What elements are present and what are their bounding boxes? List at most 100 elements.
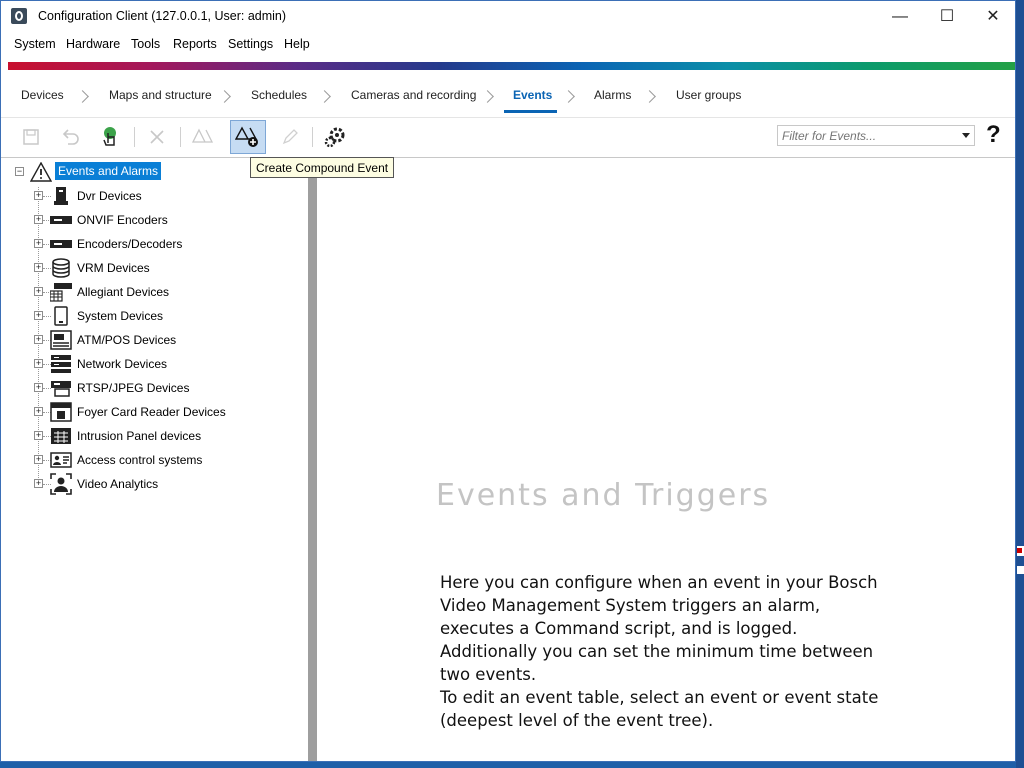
undo-button[interactable] <box>52 120 88 154</box>
delete-icon <box>150 130 164 144</box>
chevron-right-icon <box>218 90 231 103</box>
desktop-background <box>1016 0 1024 768</box>
tree-item-label: Access control systems <box>77 453 203 467</box>
expand-icon[interactable]: + <box>34 383 43 392</box>
page-heading: Events and Triggers <box>436 478 771 513</box>
page-description: Here you can configure when an event in … <box>440 571 890 732</box>
dvr-icon <box>50 185 72 207</box>
activate-button[interactable] <box>92 120 128 154</box>
tree-item-label: Video Analytics <box>77 477 159 491</box>
mobile-device-icon <box>50 305 72 327</box>
tree-item-label: Foyer Card Reader Devices <box>77 405 226 419</box>
atm-icon <box>50 329 72 351</box>
maximize-button[interactable]: ☐ <box>924 1 970 32</box>
chevron-right-icon <box>481 90 494 103</box>
expand-icon[interactable]: + <box>34 215 43 224</box>
nav-tab-maps-and-structure[interactable]: Maps and structure <box>109 88 212 102</box>
menu-system[interactable]: System <box>14 37 56 51</box>
tree-item-label: Dvr Devices <box>77 189 142 203</box>
tree-item-label: Encoders/Decoders <box>77 237 183 251</box>
pencil-icon <box>282 129 298 145</box>
expand-icon[interactable]: + <box>34 431 43 440</box>
main-navigation: Devices Maps and structure Schedules Cam… <box>1 77 1015 118</box>
id-card-icon <box>50 449 72 471</box>
menu-hardware[interactable]: Hardware <box>66 37 120 51</box>
database-icon <box>50 257 72 279</box>
keypad-icon <box>50 425 72 447</box>
toolbar: ? <box>1 117 1015 158</box>
delete-button[interactable] <box>139 120 175 154</box>
panel-splitter[interactable] <box>308 158 317 761</box>
tree-root-label[interactable]: Events and Alarms <box>55 162 162 180</box>
tree-item-label: Network Devices <box>77 357 168 371</box>
warning-triangle-icon <box>30 161 52 183</box>
expand-icon[interactable]: + <box>34 191 43 200</box>
hand-pointer-icon <box>103 127 116 146</box>
event-tree: − Events and Alarms + Dvr Devices + ONVI… <box>1 158 308 761</box>
menu-settings[interactable]: Settings <box>228 37 273 51</box>
help-button[interactable]: ? <box>986 121 1001 149</box>
expand-icon[interactable]: + <box>34 263 43 272</box>
expand-icon[interactable]: + <box>34 479 43 488</box>
tree-item-label: Intrusion Panel devices <box>77 429 202 443</box>
gears-icon <box>324 127 345 148</box>
brand-color-strip <box>8 62 1015 70</box>
undo-icon <box>62 129 79 145</box>
expand-icon[interactable]: + <box>34 287 43 296</box>
compound-event-icon <box>235 126 258 147</box>
save-button[interactable] <box>13 120 49 154</box>
tree-item-label: Allegiant Devices <box>77 285 170 299</box>
nav-tab-events[interactable]: Events <box>513 88 552 102</box>
encoder-icon <box>50 233 72 255</box>
active-tab-indicator <box>504 110 557 113</box>
menu-help[interactable]: Help <box>284 37 310 51</box>
create-compound-event-button[interactable] <box>230 120 266 154</box>
nav-tab-devices[interactable]: Devices <box>21 88 64 102</box>
menu-tools[interactable]: Tools <box>131 37 160 51</box>
tooltip: Create Compound Event <box>250 157 395 178</box>
description-paragraph: Here you can configure when an event in … <box>440 573 878 638</box>
expand-icon[interactable]: + <box>34 335 43 344</box>
chevron-right-icon <box>643 90 656 103</box>
save-icon <box>23 129 39 145</box>
title-bar: Configuration Client (127.0.0.1, User: a… <box>1 1 1015 33</box>
nav-tab-alarms[interactable]: Alarms <box>594 88 631 102</box>
minimize-button[interactable]: — <box>877 1 923 32</box>
person-frame-icon <box>50 473 72 495</box>
expand-icon[interactable]: + <box>34 407 43 416</box>
matrix-switch-icon <box>50 281 72 303</box>
tree-item-label: RTSP/JPEG Devices <box>77 381 190 395</box>
create-event-button[interactable] <box>185 120 221 154</box>
expand-icon[interactable]: + <box>34 455 43 464</box>
nav-tab-schedules[interactable]: Schedules <box>251 88 307 102</box>
filter-events-combobox[interactable] <box>777 125 975 146</box>
tree-item-label: VRM Devices <box>77 261 150 275</box>
tree-item-label: ATM/POS Devices <box>77 333 177 347</box>
expand-icon[interactable]: + <box>34 359 43 368</box>
tree-item-label: System Devices <box>77 309 164 323</box>
description-paragraph: To edit an event table, select an event … <box>440 688 879 730</box>
chevron-right-icon <box>318 90 331 103</box>
description-paragraph: Additionally you can set the minimum tim… <box>440 642 874 684</box>
expand-icon[interactable]: + <box>34 239 43 248</box>
edit-button[interactable] <box>272 120 308 154</box>
app-logo-icon <box>11 8 27 24</box>
close-button[interactable]: ✕ <box>970 1 1015 32</box>
main-content: Events and Triggers Here you can configu… <box>317 158 1015 761</box>
encoder-icon <box>50 209 72 231</box>
chevron-right-icon <box>76 90 89 103</box>
tree-item-label: ONVIF Encoders <box>77 213 168 227</box>
filter-events-input[interactable] <box>778 126 962 145</box>
collapse-icon[interactable]: − <box>15 167 24 176</box>
chevron-down-icon[interactable] <box>962 133 970 138</box>
chevron-right-icon <box>562 90 575 103</box>
settings-button[interactable] <box>317 120 353 154</box>
menu-reports[interactable]: Reports <box>173 37 217 51</box>
card-reader-icon <box>50 401 72 423</box>
network-rack-icon <box>50 353 72 375</box>
expand-icon[interactable]: + <box>34 311 43 320</box>
window-title: Configuration Client (127.0.0.1, User: a… <box>38 9 287 23</box>
camera-box-icon <box>50 377 72 399</box>
nav-tab-cameras-and-recording[interactable]: Cameras and recording <box>351 88 476 102</box>
nav-tab-user-groups[interactable]: User groups <box>676 88 741 102</box>
